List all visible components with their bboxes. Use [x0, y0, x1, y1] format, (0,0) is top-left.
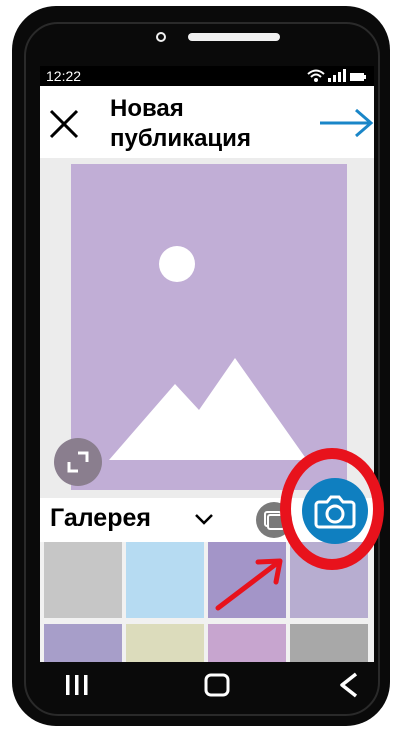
recent-apps-icon[interactable] [62, 670, 92, 700]
gallery-thumbnail[interactable] [44, 624, 122, 662]
front-camera [156, 32, 166, 42]
close-icon[interactable] [48, 108, 80, 140]
gallery-thumbnail[interactable] [208, 624, 286, 662]
status-time: 12:22 [46, 68, 82, 84]
wifi-icon [307, 69, 325, 82]
app-bar: Новая публикация [40, 86, 374, 158]
page-title: Новая публикация [110, 95, 251, 152]
gallery-thumbnail[interactable] [126, 624, 204, 662]
home-icon[interactable] [202, 670, 232, 700]
expand-icon [67, 451, 89, 473]
gallery-thumbnail[interactable] [126, 542, 204, 618]
screen: 12:22 Новая публикация Галерея [40, 66, 374, 662]
speaker-grille [188, 33, 280, 41]
battery-icon [350, 73, 366, 81]
arrow-pointer-icon [215, 558, 283, 611]
status-icons [307, 69, 366, 82]
chevron-down-icon[interactable] [194, 512, 214, 526]
signal-icon [328, 69, 346, 82]
image-placeholder-icon [109, 246, 307, 460]
system-nav-bar [40, 662, 374, 708]
gallery-thumbnail[interactable] [290, 624, 368, 662]
status-bar: 12:22 [40, 66, 374, 86]
highlight-ring [280, 448, 384, 570]
preview-area [40, 158, 374, 498]
expand-button[interactable] [54, 438, 102, 486]
back-icon[interactable] [334, 670, 364, 700]
gallery-thumbnail[interactable] [44, 542, 122, 618]
selected-image-preview [71, 164, 347, 490]
gallery-dropdown-label[interactable]: Галерея [50, 504, 151, 533]
arrow-right-icon[interactable] [318, 108, 374, 138]
